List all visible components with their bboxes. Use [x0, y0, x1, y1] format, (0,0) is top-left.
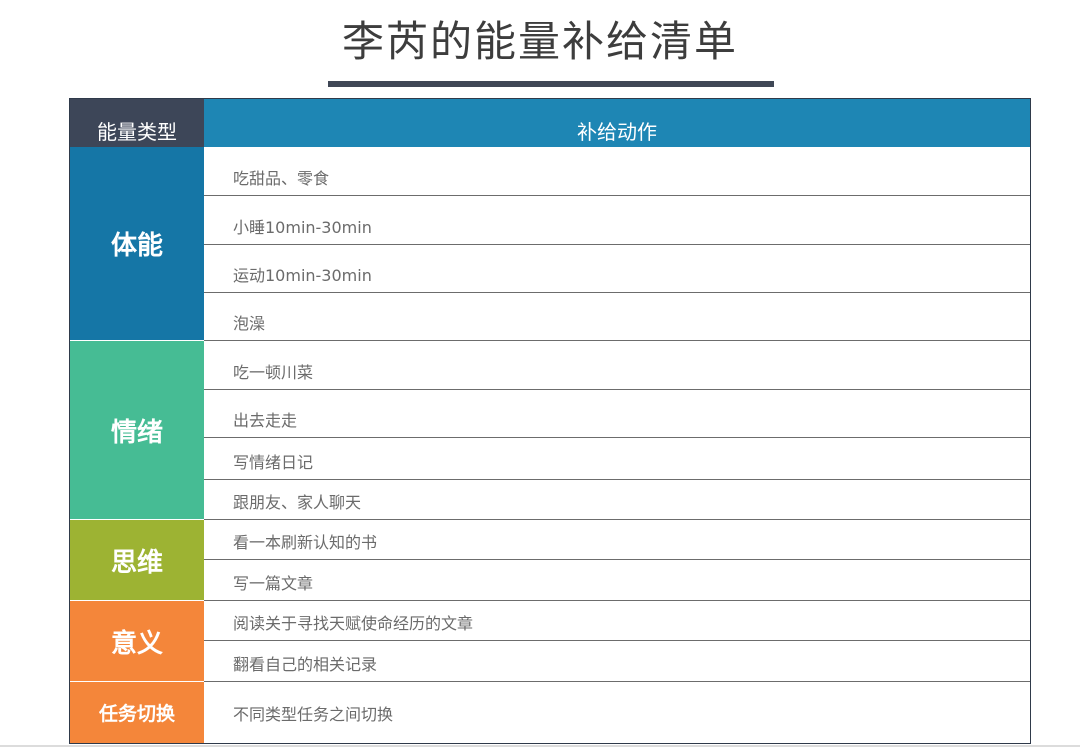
title-underline	[328, 81, 774, 87]
category-emotion: 情绪	[70, 341, 204, 520]
action-text: 吃甜品、零食	[233, 169, 330, 188]
action-text: 泡澡	[233, 314, 266, 333]
table-row: 小睡10min-30min	[204, 196, 1030, 245]
table-row: 运动10min-30min	[204, 245, 1030, 293]
action-text: 小睡10min-30min	[233, 218, 372, 237]
action-text: 跟朋友、家人聊天	[233, 493, 362, 512]
table-row: 写情绪日记	[204, 438, 1030, 480]
header-supply-action: 补给动作	[204, 99, 1030, 147]
action-text: 写一篇文章	[233, 574, 314, 593]
action-text: 看一本刷新认知的书	[233, 533, 378, 552]
category-thinking: 思维	[70, 520, 204, 601]
table-row: 不同类型任务之间切换	[204, 682, 1030, 743]
table-row: 泡澡	[204, 293, 1030, 341]
action-text: 不同类型任务之间切换	[233, 704, 394, 724]
action-text: 出去走走	[233, 411, 298, 430]
action-text: 阅读关于寻找天赋使命经历的文章	[233, 614, 474, 633]
category-task-switch: 任务切换	[70, 682, 204, 743]
energy-table: 能量类型 补给动作 体能 吃甜品、零食 小睡10min-30min 运动10mi…	[69, 98, 1031, 744]
category-physical: 体能	[70, 147, 204, 341]
page-bottom-divider	[0, 745, 1080, 747]
category-label: 体能	[110, 231, 163, 261]
action-text: 翻看自己的相关记录	[233, 655, 378, 674]
page-title: 李芮的能量补给清单	[341, 17, 738, 66]
category-label: 意义	[110, 628, 163, 659]
category-label: 任务切换	[98, 703, 175, 725]
category-label: 情绪	[110, 417, 163, 448]
table-row: 吃一顿川菜	[204, 341, 1030, 390]
table-row: 写一篇文章	[204, 560, 1030, 601]
table-row: 跟朋友、家人聊天	[204, 480, 1030, 520]
table-row: 出去走走	[204, 390, 1030, 438]
table-row: 吃甜品、零食	[204, 147, 1030, 196]
category-meaning: 意义	[70, 601, 204, 682]
action-text: 写情绪日记	[233, 453, 314, 472]
action-text: 运动10min-30min	[233, 266, 372, 285]
header-energy-type: 能量类型	[70, 99, 204, 147]
table-row: 看一本刷新认知的书	[204, 520, 1030, 560]
action-text: 吃一顿川菜	[233, 363, 314, 382]
category-label: 思维	[110, 547, 163, 578]
table-row: 翻看自己的相关记录	[204, 641, 1030, 682]
table-row: 阅读关于寻找天赋使命经历的文章	[204, 601, 1030, 641]
